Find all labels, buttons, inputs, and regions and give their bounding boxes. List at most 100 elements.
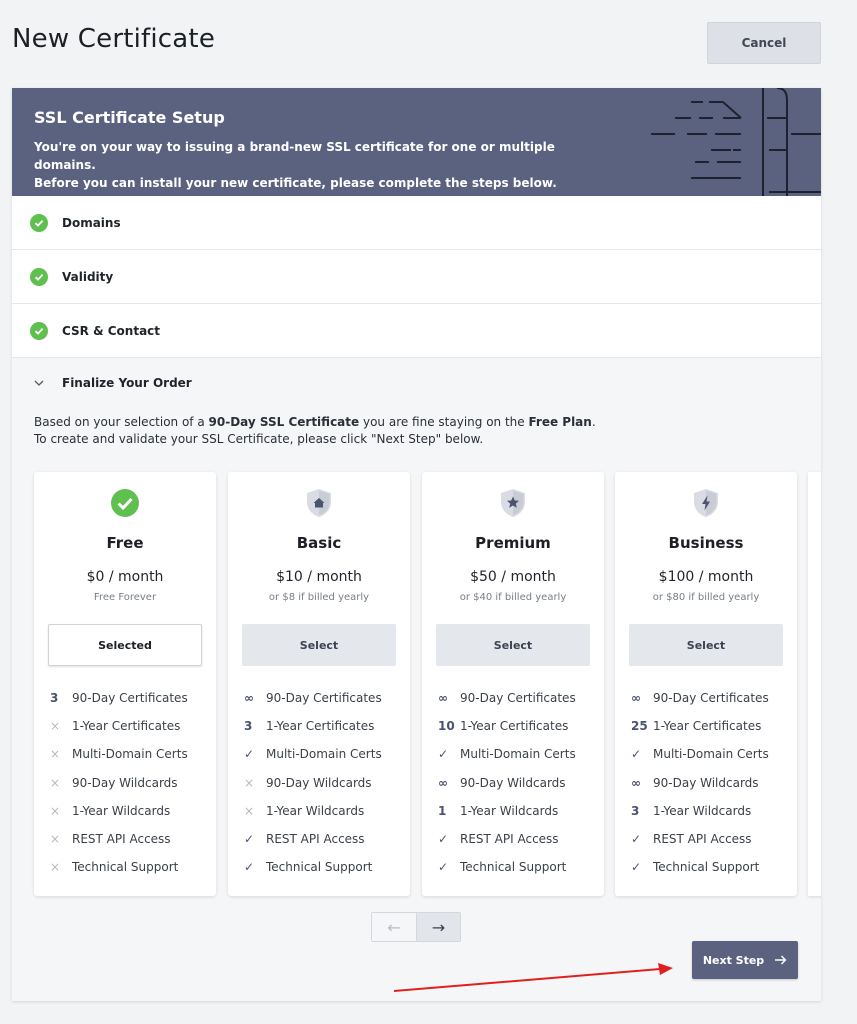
plan-price: $0 / month <box>86 569 164 585</box>
plan-price: $100 / month <box>658 569 754 585</box>
plan-card-basic: Basic $10 / month or $8 if billed yearly… <box>228 472 410 896</box>
cross-icon: × <box>50 747 61 762</box>
finalize-description: Based on your selection of a 90-Day SSL … <box>34 415 596 446</box>
plan-price: $10 / month <box>276 569 362 585</box>
feature-item: × 1-Year Wildcards <box>50 803 171 818</box>
feature-item: ✓ Multi-Domain Certs <box>438 747 576 762</box>
plan-name: Business <box>668 534 744 552</box>
cross-icon: × <box>244 775 255 790</box>
home-shield-icon <box>307 489 331 517</box>
plan-selected-button[interactable]: Selected <box>48 624 202 666</box>
cancel-button[interactable]: Cancel <box>707 22 821 64</box>
check-icon: ✓ <box>438 747 449 762</box>
step-domains[interactable]: Domains <box>12 196 821 250</box>
feature-item: 3 1-Year Certificates <box>244 719 375 734</box>
cross-icon: × <box>50 719 61 734</box>
feature-item: × Technical Support <box>50 860 179 875</box>
setup-card: SSL Certificate Setup You're on your way… <box>12 88 821 1001</box>
next-step-label: Next Step <box>702 953 765 967</box>
step-label: Validity <box>62 269 114 284</box>
feature-item: 10 1-Year Certificates <box>438 719 569 734</box>
infinity-icon: ∞ <box>631 691 641 706</box>
infinity-icon: ∞ <box>438 775 448 790</box>
carousel-prev-button[interactable]: ← <box>372 913 416 941</box>
carousel-next-button[interactable]: → <box>415 913 460 941</box>
star-shield-icon <box>501 489 525 517</box>
banner-description: You're on your way to issuing a brand-ne… <box>34 140 557 190</box>
plan-card-peek <box>808 472 821 896</box>
check-icon: ✓ <box>438 860 449 875</box>
check-icon: ✓ <box>244 747 255 762</box>
cross-icon: × <box>50 775 61 790</box>
step-finalize-order[interactable]: Finalize Your Order <box>12 358 821 408</box>
plan-card-premium: Premium $50 / month or $40 if billed yea… <box>422 472 604 896</box>
cross-icon: × <box>50 860 61 875</box>
chevron-down-icon <box>34 380 44 386</box>
plan-price: $50 / month <box>470 569 556 585</box>
check-circle-icon <box>111 489 139 517</box>
feature-item: × Multi-Domain Certs <box>50 747 188 762</box>
feature-item: ✓ Technical Support <box>438 860 567 875</box>
infinity-icon: ∞ <box>244 691 254 706</box>
plan-billing-note: or $40 if billed yearly <box>459 592 567 603</box>
cross-icon: × <box>50 803 61 818</box>
feature-item: ✓ REST API Access <box>438 832 559 847</box>
feature-item: ✓ Technical Support <box>631 860 760 875</box>
plan-select-button[interactable]: Select <box>242 624 396 666</box>
feature-item: 1 1-Year Wildcards <box>438 803 559 818</box>
feature-item: ✓ REST API Access <box>244 832 365 847</box>
feature-list: ∞ 90-Day Certificates 10 1-Year Certificat… <box>438 684 576 881</box>
plan-name: Premium <box>475 534 551 552</box>
check-icon: ✓ <box>631 832 642 847</box>
feature-item: ∞ 90-Day Certificates <box>438 691 576 706</box>
arrow-right-icon <box>775 955 787 965</box>
check-circle-icon <box>30 321 48 340</box>
next-step-button[interactable]: Next Step <box>692 941 798 979</box>
check-circle-icon <box>30 267 48 286</box>
plan-name: Basic <box>296 534 342 552</box>
plan-card-business: Business $100 / month or $80 if billed y… <box>615 472 797 896</box>
check-icon: ✓ <box>438 832 449 847</box>
step-csr-contact[interactable]: CSR & Contact <box>12 304 821 358</box>
feature-list: ∞ 90-Day Certificates 3 1-Year Certificate… <box>244 684 382 881</box>
plan-card-free: Free $0 / month Free Forever Selected 39… <box>34 472 216 896</box>
plan-select-button[interactable]: Select <box>629 624 783 666</box>
feature-item: × REST API Access <box>50 832 171 847</box>
feature-item: × 1-Year Certificates <box>50 719 181 734</box>
page-title: New Certificate <box>12 24 216 54</box>
infinity-icon: ∞ <box>438 691 448 706</box>
annotation-arrow-icon <box>393 963 673 992</box>
plan-billing-note: or $8 if billed yearly <box>268 592 370 603</box>
plan-billing-note: Free Forever <box>93 592 157 603</box>
feature-item: × 90-Day Wildcards <box>244 775 372 790</box>
feature-item: 3 90-Day Certificates <box>50 691 188 706</box>
feature-item: ∞ 90-Day Wildcards <box>631 775 759 790</box>
feature-item: ∞ 90-Day Certificates <box>631 691 769 706</box>
infinity-icon: ∞ <box>631 775 641 790</box>
feature-item: ∞ 90-Day Certificates <box>244 691 382 706</box>
check-icon: ✓ <box>631 747 642 762</box>
step-label: Domains <box>62 215 121 230</box>
feature-item: × 1-Year Wildcards <box>244 803 365 818</box>
plan-billing-note: or $80 if billed yearly <box>652 592 760 603</box>
check-icon: ✓ <box>631 860 642 875</box>
feature-list: 3 90-Day Certificates × 1-Year Certificate… <box>50 684 188 881</box>
feature-item: ✓ Multi-Domain Certs <box>631 747 769 762</box>
check-icon: ✓ <box>244 860 255 875</box>
feature-item: 3 1-Year Wildcards <box>631 803 752 818</box>
check-circle-icon <box>30 213 48 232</box>
feature-item: ✓ Multi-Domain Certs <box>244 747 382 762</box>
step-label: Finalize Your Order <box>62 376 192 390</box>
feature-item: ✓ REST API Access <box>631 832 752 847</box>
banner-title: SSL Certificate Setup <box>34 108 225 127</box>
plan-select-button[interactable]: Select <box>436 624 590 666</box>
feature-item: ∞ 90-Day Wildcards <box>438 775 566 790</box>
circuit-decoration-icon <box>651 88 821 196</box>
step-validity[interactable]: Validity <box>12 250 821 304</box>
cross-icon: × <box>244 803 255 818</box>
feature-item: 25 1-Year Certificates <box>631 719 762 734</box>
feature-item: ✓ Technical Support <box>244 860 373 875</box>
carousel-pager: ← → <box>371 912 461 942</box>
feature-item: × 90-Day Wildcards <box>50 775 178 790</box>
step-label: CSR & Contact <box>62 323 161 338</box>
